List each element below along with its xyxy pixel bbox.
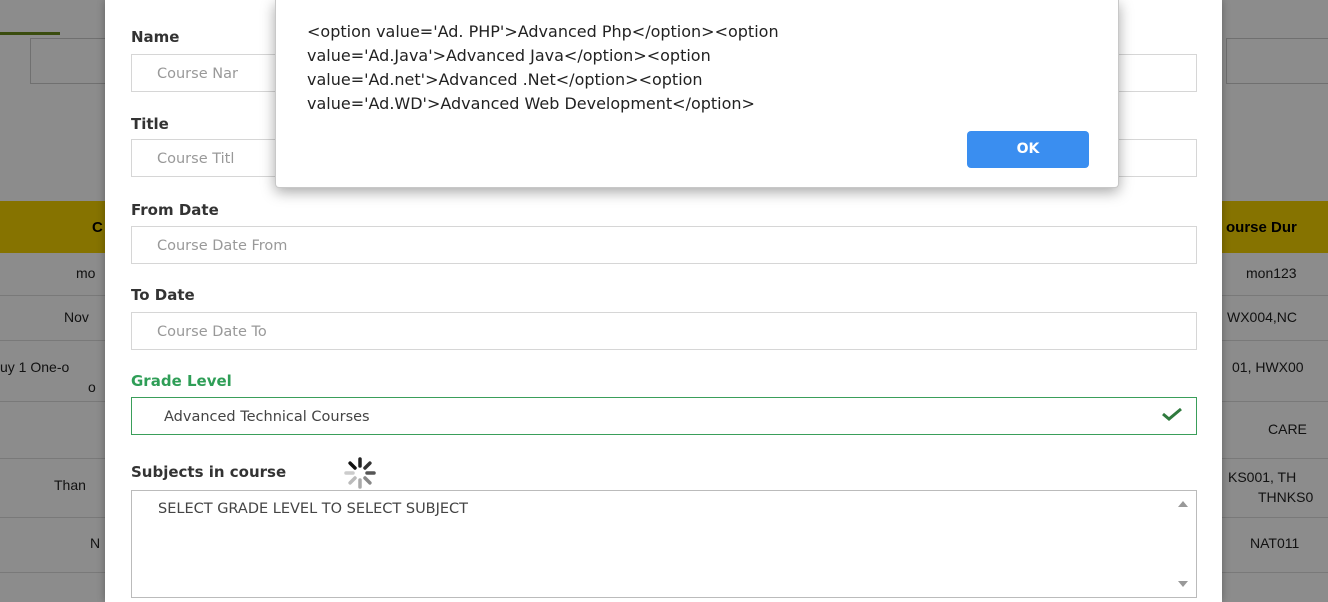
alert-line: value='Ad.WD'>Advanced Web Development</… xyxy=(307,94,755,113)
checkmark-icon xyxy=(1162,407,1182,421)
subjects-value: SELECT GRADE LEVEL TO SELECT SUBJECT xyxy=(158,501,469,517)
grade-level-label: Grade Level xyxy=(131,372,232,390)
scroll-up-arrow-icon[interactable] xyxy=(1178,501,1188,507)
to-date-label: To Date xyxy=(131,286,195,304)
alert-line: <option value='Ad. PHP'>Advanced Php</op… xyxy=(307,22,779,41)
loading-spinner-icon xyxy=(344,457,376,489)
grade-level-select[interactable]: Advanced Technical Courses xyxy=(131,397,1197,435)
alert-message: <option value='Ad. PHP'>Advanced Php</op… xyxy=(307,20,967,116)
scroll-down-arrow-icon[interactable] xyxy=(1178,581,1188,587)
alert-line: value='Ad.Java'>Advanced Java</option><o… xyxy=(307,46,711,65)
alert-dialog: <option value='Ad. PHP'>Advanced Php</op… xyxy=(275,0,1119,188)
subjects-label: Subjects in course xyxy=(131,463,287,481)
title-label: Title xyxy=(131,115,169,133)
grade-level-value: Advanced Technical Courses xyxy=(164,409,370,425)
alert-line: value='Ad.net'>Advanced .Net</option><op… xyxy=(307,70,703,89)
name-label: Name xyxy=(131,28,180,46)
to-date-input[interactable]: Course Date To xyxy=(131,312,1197,350)
from-date-label: From Date xyxy=(131,201,219,219)
ok-button[interactable]: OK xyxy=(967,131,1089,168)
subjects-textarea[interactable]: SELECT GRADE LEVEL TO SELECT SUBJECT xyxy=(131,490,1197,598)
from-date-input[interactable]: Course Date From xyxy=(131,226,1197,264)
